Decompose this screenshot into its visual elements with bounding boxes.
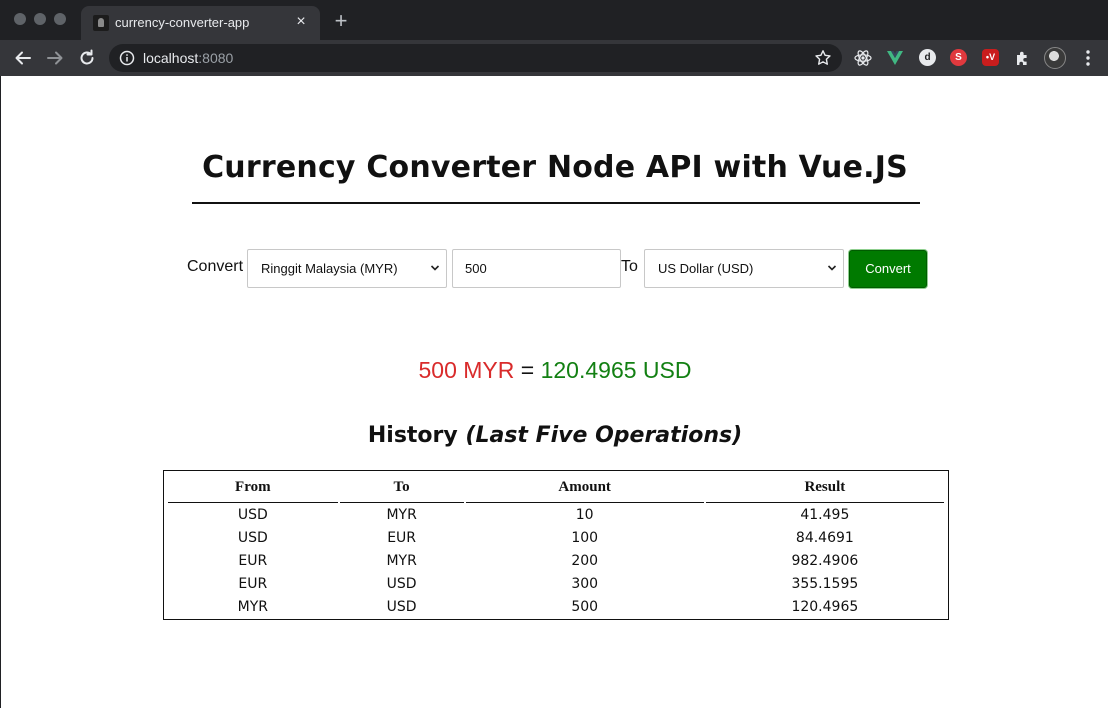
d-extension-icon[interactable]: d [919,49,936,66]
cell-result: 982.4906 [791,552,859,569]
cell-to: MYR [386,552,417,569]
cell-from: EUR [238,552,268,569]
address-bar[interactable]: localhost:8080 [109,44,842,72]
page-title: Currency Converter Node API with Vue.JS [202,150,908,185]
history-table: From To Amount Result USD MYR 10 41.495 … [163,470,949,620]
close-window-button[interactable] [14,13,26,25]
browser-tab-bar: currency-converter-app × + [0,0,1108,40]
puzzle-extensions-icon[interactable] [1013,48,1033,68]
cell-result: 355.1595 [791,575,859,592]
table-row: USD MYR 10 41.495 [168,503,944,526]
more-menu-icon[interactable] [1079,48,1097,68]
history-title: History [367,423,458,448]
converter-form: Convert Ringgit Malaysia (MYR) To US Dol… [1,249,1108,289]
zoom-window-button[interactable] [54,13,66,25]
chevron-down-icon [827,265,837,271]
cell-to: EUR [387,529,417,546]
history-subtitle: (Last Five Operations) [465,423,743,448]
to-currency-select[interactable]: US Dollar (USD) [644,249,844,288]
info-icon[interactable] [119,50,135,66]
url-port: :8080 [198,50,234,66]
column-header-result: Result [705,473,944,503]
vue-devtools-icon[interactable] [885,48,905,68]
forward-button[interactable] [44,47,66,69]
forward-arrow-icon [47,51,63,65]
table-header-row: From To Amount Result [168,473,944,503]
convert-label: Convert [187,258,244,275]
title-divider [192,202,920,204]
cell-amount: 300 [571,575,599,592]
chevron-down-icon [430,265,440,271]
minimize-window-button[interactable] [34,13,46,25]
from-currency-value: Ringgit Malaysia (MYR) [261,261,398,276]
reload-icon [80,49,94,65]
page-content: Currency Converter Node API with Vue.JS … [0,76,1108,708]
table-row: MYR USD 500 120.4965 [168,595,944,618]
cell-from: USD [237,529,268,546]
browser-toolbar: localhost:8080 d S •V [0,40,1108,76]
bookmark-star-icon[interactable] [814,49,832,67]
cell-amount: 200 [571,552,599,569]
table-row: EUR MYR 200 982.4906 [168,549,944,572]
browser-tab[interactable]: currency-converter-app × [81,6,320,40]
react-devtools-icon[interactable] [853,48,873,68]
from-currency-select[interactable]: Ringgit Malaysia (MYR) [247,249,447,288]
tab-title: currency-converter-app [115,15,250,30]
amount-input[interactable] [452,249,621,288]
history-heading: History (Last Five Operations) [1,423,1108,448]
table-row: EUR USD 300 355.1595 [168,572,944,595]
tab-close-button[interactable]: × [292,12,310,32]
red-extension-icon[interactable]: •V [982,49,999,66]
cell-amount: 10 [575,506,594,523]
convert-button[interactable]: Convert [849,250,927,288]
cell-amount: 500 [571,598,599,615]
column-header-amount: Amount [465,473,704,503]
cell-from: EUR [238,575,268,592]
table-row: USD EUR 100 84.4691 [168,526,944,549]
cell-to: MYR [386,506,417,523]
cell-amount: 100 [571,529,599,546]
to-currency-value: US Dollar (USD) [658,261,754,276]
result-from: 500 MYR [418,357,515,383]
conversion-result: 500 MYR = 120.4965 USD [1,357,1108,384]
cell-from: USD [237,506,268,523]
cell-from: MYR [237,598,268,615]
s-extension-icon[interactable]: S [950,49,967,66]
profile-avatar[interactable] [1044,47,1066,69]
favicon-icon [93,15,109,31]
cell-to: USD [386,575,417,592]
url-text[interactable]: localhost:8080 [143,50,233,66]
to-label: To [621,258,638,275]
url-host: localhost [143,50,199,66]
cell-result: 120.4965 [791,598,859,615]
cell-result: 41.495 [800,506,850,523]
column-header-from: From [168,473,338,503]
column-header-to: To [339,473,464,503]
cell-to: USD [386,598,417,615]
new-tab-button[interactable]: + [331,10,351,32]
reload-button[interactable] [76,47,98,69]
result-to: 120.4965 USD [540,357,692,383]
cell-result: 84.4691 [795,529,854,546]
back-arrow-icon [15,51,31,65]
result-equals: = [514,357,541,383]
back-button[interactable] [12,47,34,69]
